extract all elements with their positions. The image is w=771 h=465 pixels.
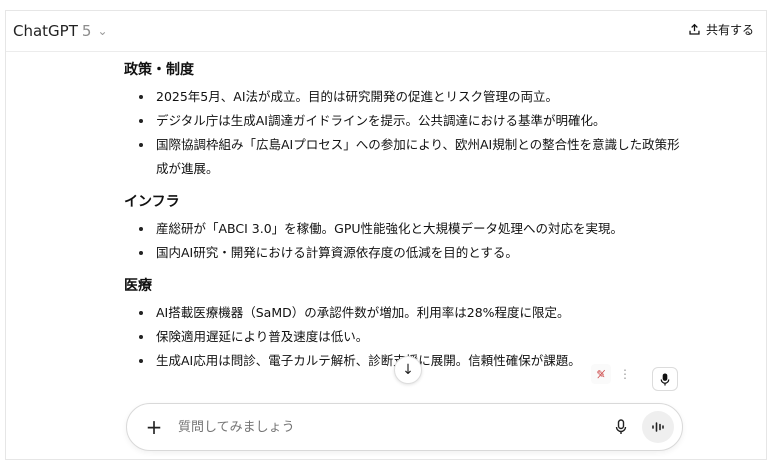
share-button[interactable]: 共有する [688,21,754,38]
list-item: 産総研が「ABCI 3.0」を稼働。GPU性能強化と大規模データ処理への対応を実… [154,217,684,241]
section-list-policy: 2025年5月、AI法が成立。目的は研究開発の促進とリスク管理の両立。 デジタル… [124,85,684,181]
microphone-icon [615,419,627,434]
edit-off-icon[interactable]: ✎̸ [591,364,611,384]
voice-mode-button[interactable] [642,411,674,443]
list-item: デジタル庁は生成AI調達ガイドラインを提示。公共調達における基準が明確化。 [154,109,684,133]
assistant-message: 政策・制度 2025年5月、AI法が成立。目的は研究開発の促進とリスク管理の両立… [124,55,684,383]
more-icon[interactable]: ⋮ [619,367,631,381]
dictation-button[interactable] [652,367,678,391]
model-name: ChatGPT [13,22,78,40]
composer: + [126,403,683,451]
list-item: 国内AI研究・開発における計算資源依存度の低減を目的とする。 [154,241,684,265]
voice-mode-icon [652,422,664,432]
model-selector[interactable]: ChatGPT 5 ⌄ [13,22,108,40]
list-item: 保険適用遅延により普及速度は低い。 [154,325,684,349]
selection-toolbar: ✎̸ ⋮ [591,364,631,384]
list-item: 2025年5月、AI法が成立。目的は研究開発の促進とリスク管理の両立。 [154,85,684,109]
plus-icon[interactable]: + [144,415,164,439]
scroll-to-bottom-button[interactable]: ↓ [394,356,422,384]
chevron-down-icon: ⌄ [97,24,108,38]
section-title-policy: 政策・制度 [124,62,194,78]
list-item: 国際協調枠組み「広島AIプロセス」への参加により、欧州AI規制との整合性を意識し… [154,133,684,181]
section-list-infra: 産総研が「ABCI 3.0」を稼働。GPU性能強化と大規模データ処理への対応を実… [124,217,684,265]
arrow-down-icon: ↓ [402,362,414,378]
section-title-infra: インフラ [124,194,180,210]
microphone-button[interactable] [610,416,632,438]
share-icon [689,23,700,35]
microphone-icon [660,372,670,386]
section-title-medical: 医療 [124,278,152,294]
list-item: AI搭載医療機器（SaMD）の承認件数が増加。利用率は28%程度に限定。 [154,301,684,325]
top-bar: ChatGPT 5 ⌄ 共有する [6,11,766,52]
prompt-input[interactable] [176,418,610,436]
model-version: 5 [81,22,92,40]
chat-window: ChatGPT 5 ⌄ 共有する 政策・制度 2025年5月、AI法が成立。目的… [5,10,767,460]
share-label: 共有する [705,23,754,37]
